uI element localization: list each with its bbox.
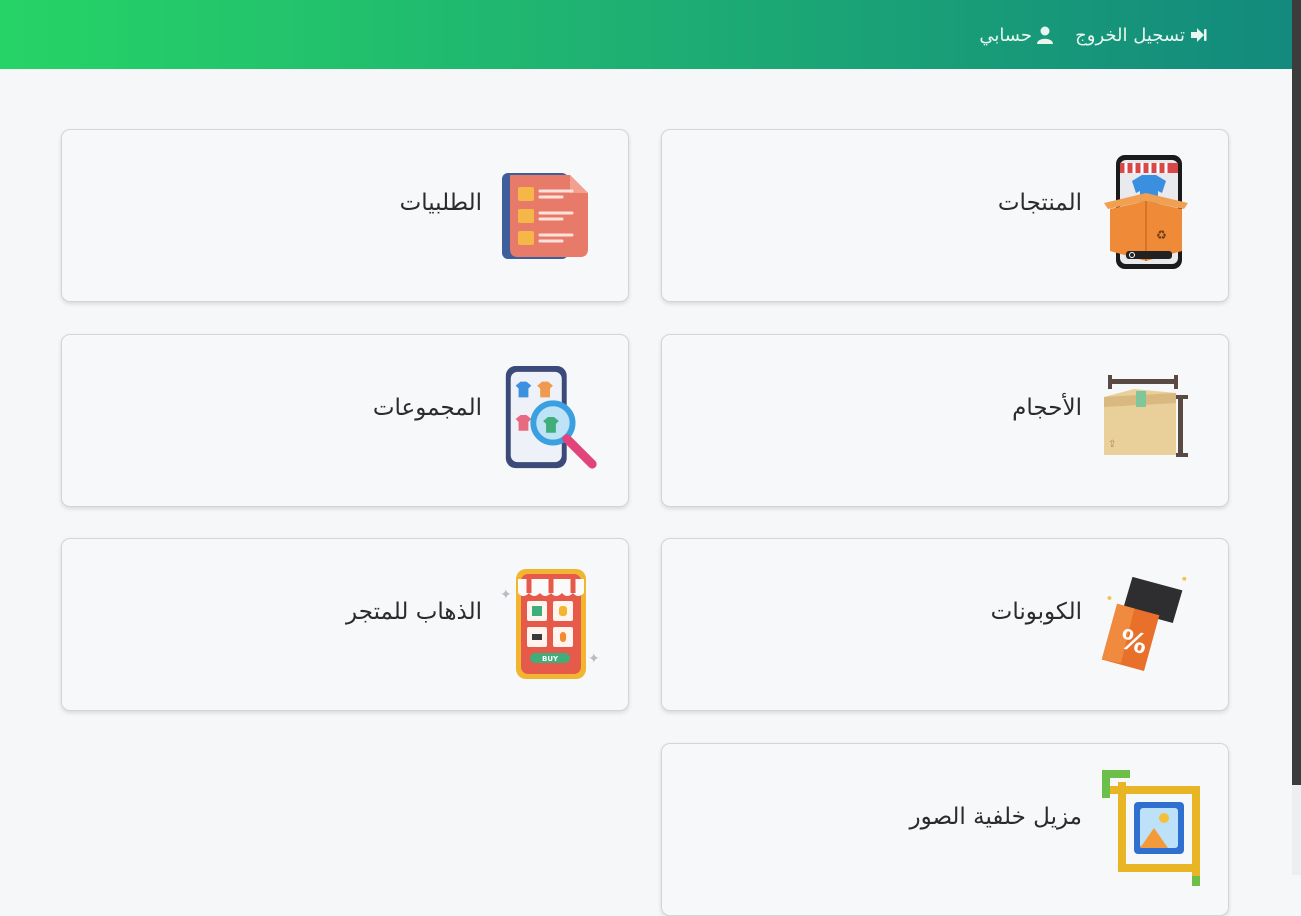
- card-collections[interactable]: المجموعات: [61, 334, 629, 507]
- account-link[interactable]: حسابي: [979, 22, 1054, 48]
- card-label: الكوبونات: [990, 599, 1082, 625]
- card-products[interactable]: ♻ المنتجات: [661, 129, 1229, 302]
- card-background-remover[interactable]: مزيل خلفية الصور: [661, 743, 1229, 916]
- svg-text:✦: ✦: [500, 587, 512, 603]
- card-coupons[interactable]: % الكوبونات: [661, 538, 1229, 711]
- card-label: الذهاب للمتجر: [346, 599, 482, 625]
- account-label: حسابي: [979, 24, 1032, 46]
- card-orders[interactable]: الطلبيات: [61, 129, 629, 302]
- order-list-icon: [496, 150, 592, 276]
- card-label: الأحجام: [1012, 395, 1082, 421]
- card-label: مزيل خلفية الصور: [909, 804, 1082, 830]
- scrollbar-thumb[interactable]: [1292, 0, 1301, 785]
- product-box-phone-icon: ♻: [1096, 150, 1192, 276]
- user-icon: [1037, 26, 1053, 44]
- card-label: الطلبيات: [399, 190, 482, 216]
- shop-phone-icon: ✦ ✦ BUY: [496, 559, 600, 685]
- page-scrollbar[interactable]: [1292, 0, 1301, 875]
- collections-search-icon: [496, 355, 597, 481]
- card-sizes[interactable]: ⇪ الأحجام: [661, 334, 1229, 507]
- sign-out-icon: [1191, 28, 1207, 42]
- card-go-to-store[interactable]: ✦ ✦ BUY الذهاب للمتجر: [61, 538, 629, 711]
- buy-text: BUY: [542, 655, 559, 663]
- logout-link[interactable]: تسجيل الخروج: [1075, 22, 1207, 48]
- size-box-icon: ⇪: [1096, 355, 1192, 481]
- svg-text:♻: ♻: [1156, 228, 1167, 242]
- image-crop-icon: [1096, 764, 1200, 890]
- svg-text:⇪: ⇪: [1108, 439, 1116, 450]
- logout-label: تسجيل الخروج: [1075, 24, 1185, 46]
- card-label: المنتجات: [997, 190, 1082, 216]
- coupon-icon: %: [1096, 559, 1192, 685]
- card-label: المجموعات: [372, 395, 482, 421]
- svg-text:✦: ✦: [588, 651, 600, 667]
- top-navbar: تسجيل الخروج حسابي: [0, 0, 1292, 69]
